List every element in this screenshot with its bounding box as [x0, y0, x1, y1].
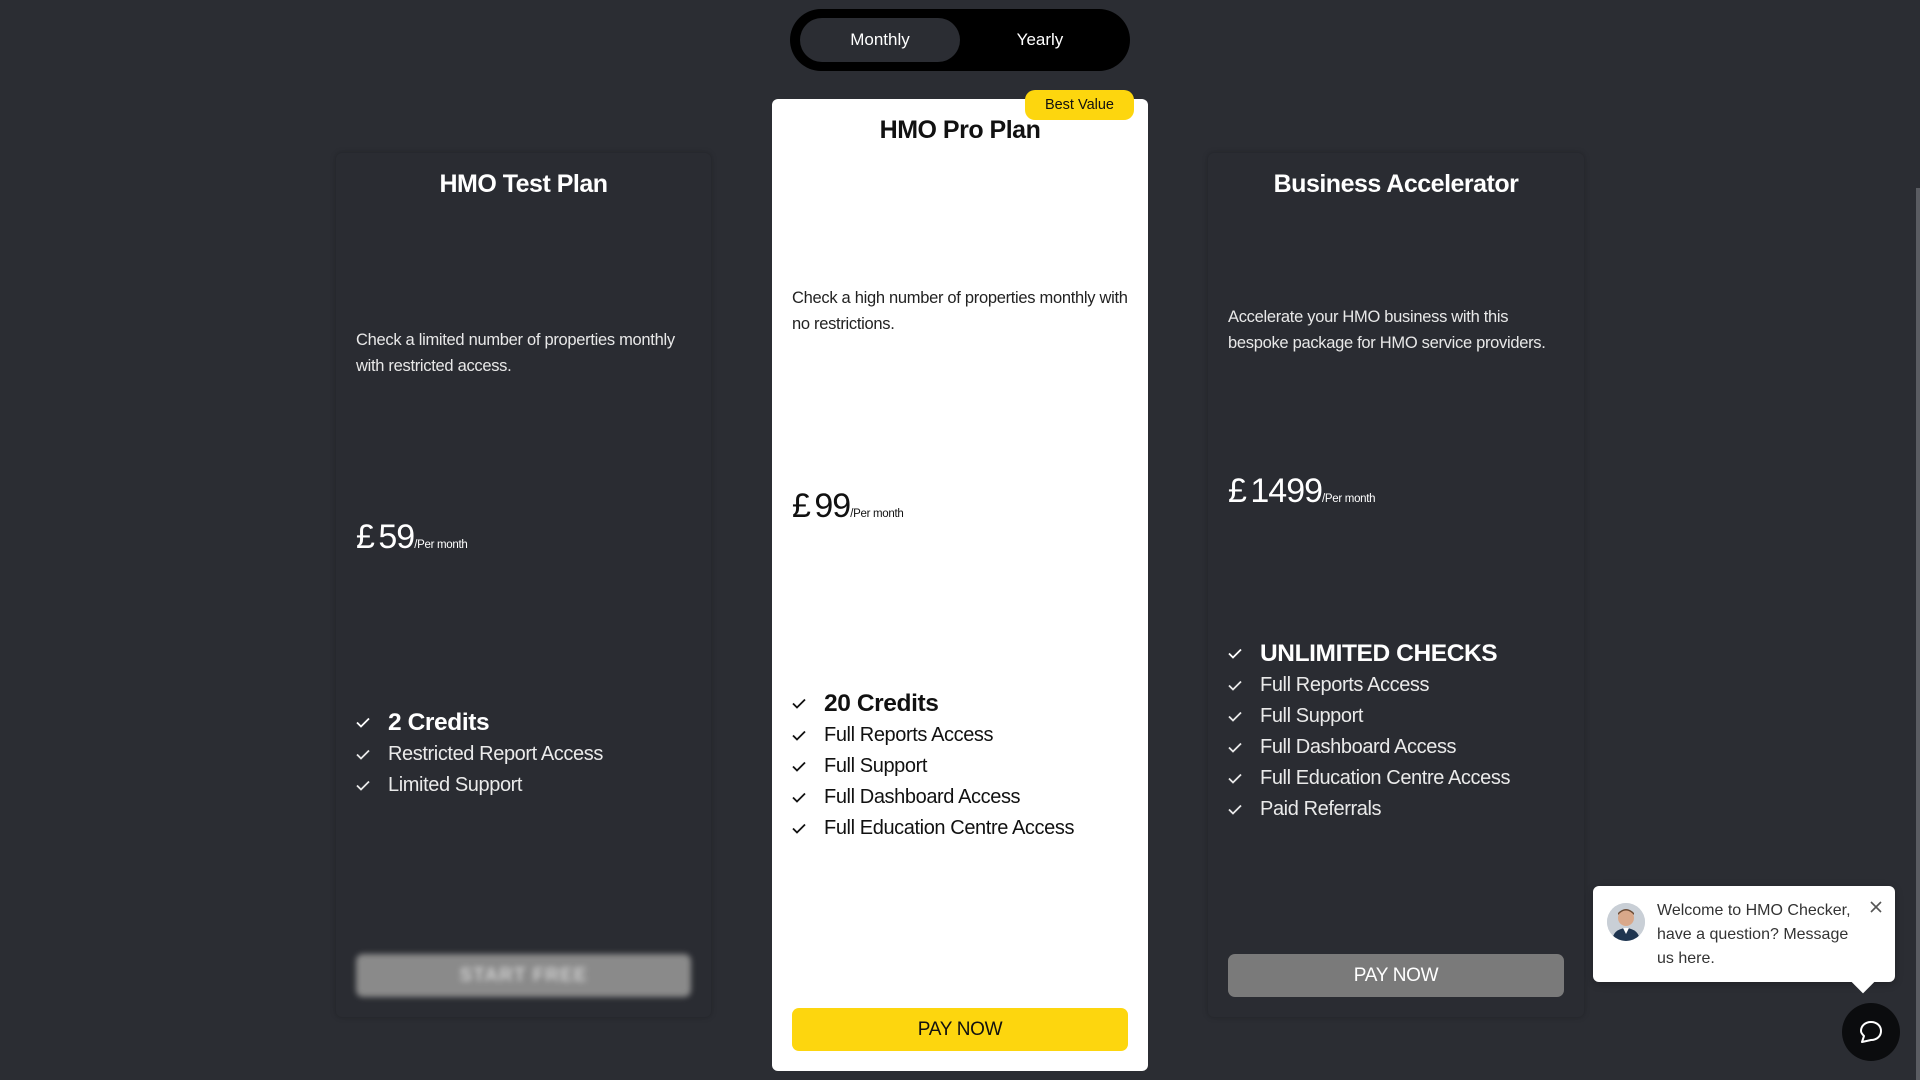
pay-now-button[interactable]: PAY NOW — [1228, 954, 1564, 997]
price-amount: 59 — [378, 518, 415, 556]
feature-item: Full Education Centre Access — [792, 813, 1138, 844]
plan-title: HMO Pro Plan — [879, 116, 1041, 144]
check-icon — [792, 698, 824, 709]
check-icon — [792, 761, 824, 772]
feature-item: Full Support — [792, 751, 1138, 782]
feature-label: Full Dashboard Access — [1260, 736, 1457, 758]
price-period: /Per month — [850, 508, 904, 520]
price-period: /Per month — [1322, 493, 1376, 505]
start-free-button[interactable]: START FREE — [356, 954, 691, 997]
price-amount: 1499 — [1250, 472, 1323, 510]
page-scrollbar[interactable] — [1916, 188, 1920, 1080]
feature-item: Full Reports Access — [1228, 670, 1574, 701]
feature-label: Full Dashboard Access — [824, 786, 1021, 808]
plan-price: £ 59/Per month — [356, 518, 468, 557]
chat-icon — [1858, 1019, 1884, 1045]
pay-now-button[interactable]: PAY NOW — [792, 1008, 1128, 1051]
plan-description: Check a high number of properties monthl… — [792, 289, 1128, 333]
feature-item: Full Dashboard Access — [792, 782, 1138, 813]
feature-label: UNLIMITED CHECKS — [1260, 639, 1498, 667]
avatar — [1607, 903, 1645, 941]
feature-label: Restricted Report Access — [388, 743, 603, 765]
plan-description: Check a limited number of properties mon… — [356, 331, 675, 375]
plan-card-business: Business Accelerator Accelerate your HMO… — [1208, 153, 1584, 1017]
close-icon[interactable] — [1869, 900, 1883, 914]
feature-item: Limited Support — [356, 770, 701, 801]
feature-label: Full Education Centre Access — [824, 817, 1075, 839]
bubble-tail — [1851, 970, 1875, 994]
feature-label: Full Reports Access — [1260, 674, 1430, 696]
check-icon — [1228, 711, 1260, 722]
feature-item: Full Reports Access — [792, 720, 1138, 751]
check-icon — [792, 823, 824, 834]
feature-item: Restricted Report Access — [356, 739, 701, 770]
check-icon — [356, 717, 388, 728]
feature-item: UNLIMITED CHECKS — [1228, 637, 1574, 670]
price-period: /Per month — [414, 539, 468, 551]
check-icon — [1228, 804, 1260, 815]
feature-label: Full Education Centre Access — [1260, 767, 1511, 789]
plan-card-pro: Best Value HMO Pro Plan Check a high num… — [772, 90, 1148, 1071]
plan-description: Accelerate your HMO business with this b… — [1228, 308, 1546, 352]
feature-item: 20 Credits — [792, 687, 1138, 720]
check-icon — [356, 780, 388, 791]
check-icon — [1228, 680, 1260, 691]
feature-item: Full Dashboard Access — [1228, 732, 1574, 763]
feature-list: 2 Credits Restricted Report Access Limit… — [356, 706, 701, 801]
chat-launcher-button[interactable] — [1842, 1003, 1900, 1061]
feature-label: Paid Referrals — [1260, 798, 1382, 820]
feature-label: Full Support — [824, 755, 928, 777]
plan-price: £ 1499/Per month — [1228, 472, 1376, 511]
feature-label: Full Support — [1260, 705, 1364, 727]
price-currency: £ — [356, 518, 375, 556]
chat-message: Welcome to HMO Checker, have a question?… — [1657, 902, 1851, 967]
feature-label: 20 Credits — [824, 689, 939, 717]
price-amount: 99 — [814, 487, 851, 525]
feature-label: 2 Credits — [388, 708, 490, 736]
price-currency: £ — [792, 487, 811, 525]
price-currency: £ — [1228, 472, 1247, 510]
check-icon — [792, 792, 824, 803]
chat-welcome-bubble[interactable]: Welcome to HMO Checker, have a question?… — [1593, 886, 1895, 994]
feature-item: Paid Referrals — [1228, 794, 1574, 825]
feature-label: Full Reports Access — [824, 724, 994, 746]
feature-item: Full Education Centre Access — [1228, 763, 1574, 794]
yearly-option[interactable]: Yearly — [960, 18, 1120, 62]
check-icon — [1228, 773, 1260, 784]
feature-list: 20 Credits Full Reports Access Full Supp… — [792, 687, 1138, 844]
plan-title: HMO Test Plan — [439, 170, 608, 198]
check-icon — [1228, 742, 1260, 753]
check-icon — [356, 749, 388, 760]
feature-list: UNLIMITED CHECKS Full Reports Access Ful… — [1228, 637, 1574, 825]
feature-label: Limited Support — [388, 774, 523, 796]
plan-price: £ 99/Per month — [792, 487, 904, 526]
billing-period-toggle[interactable]: Monthly Yearly — [790, 9, 1130, 71]
check-icon — [792, 730, 824, 741]
check-icon — [1228, 648, 1260, 659]
plan-card-test: HMO Test Plan Check a limited number of … — [336, 153, 711, 1017]
monthly-option[interactable]: Monthly — [800, 18, 960, 62]
feature-item: 2 Credits — [356, 706, 701, 739]
feature-item: Full Support — [1228, 701, 1574, 732]
plan-title: Business Accelerator — [1273, 170, 1519, 198]
